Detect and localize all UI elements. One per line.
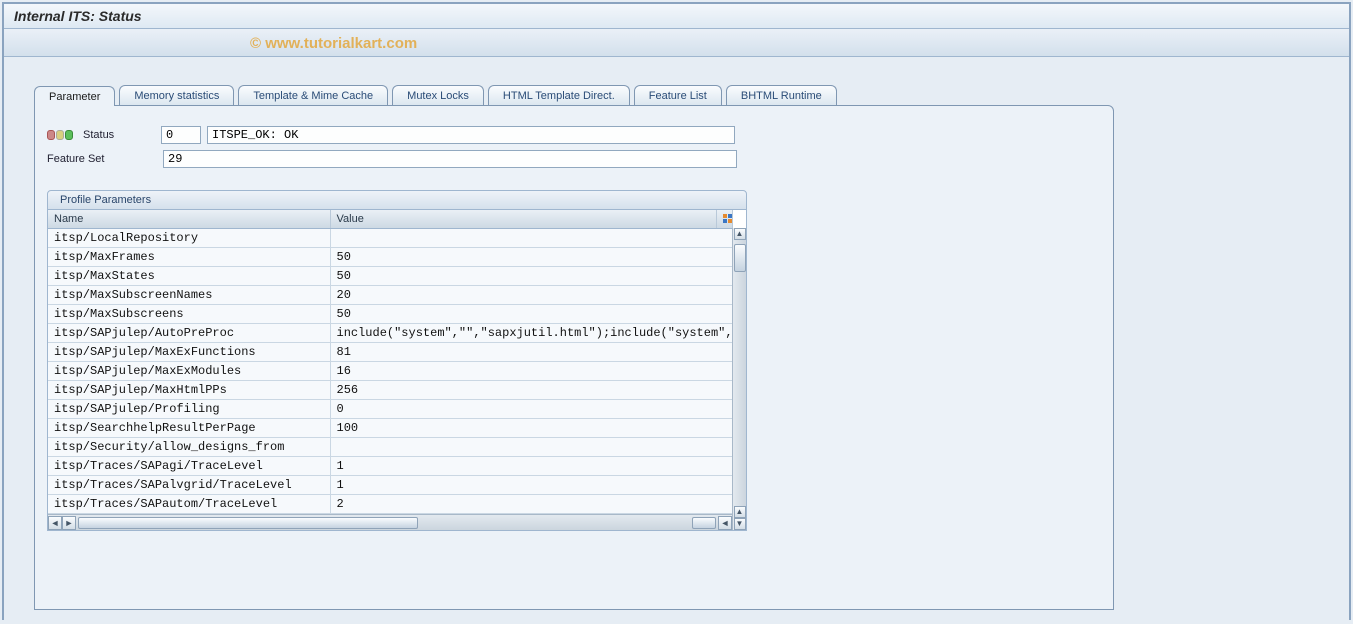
cell-value[interactable]: 2 (330, 495, 732, 514)
table-row[interactable]: itsp/Traces/SAPalvgrid/TraceLevel1 (48, 476, 732, 495)
cell-value[interactable]: 81 (330, 343, 732, 362)
cell-name[interactable]: itsp/SearchhelpResultPerPage (48, 419, 330, 438)
horizontal-scrollbar[interactable]: ◄ ► ◄ ► (48, 514, 746, 530)
table-row[interactable]: itsp/SAPjulep/MaxExFunctions81 (48, 343, 732, 362)
scroll-thumb-h2[interactable] (692, 517, 716, 529)
status-text-field[interactable] (207, 126, 735, 144)
table-row[interactable]: itsp/Traces/SAPautom/TraceLevel2 (48, 495, 732, 514)
profile-parameters-title: Profile Parameters (47, 190, 747, 210)
cell-name[interactable]: itsp/Traces/SAPalvgrid/TraceLevel (48, 476, 330, 495)
table-settings-icon[interactable] (716, 210, 732, 229)
cell-name[interactable]: itsp/MaxSubscreens (48, 305, 330, 324)
table-row[interactable]: itsp/SAPjulep/Profiling0 (48, 400, 732, 419)
tab-mutex-locks[interactable]: Mutex Locks (392, 85, 484, 105)
page-title: Internal ITS: Status (4, 4, 1349, 29)
cell-name[interactable]: itsp/SAPjulep/MaxHtmlPPs (48, 381, 330, 400)
cell-name[interactable]: itsp/LocalRepository (48, 229, 330, 248)
watermark-text: © www.tutorialkart.com (250, 35, 417, 52)
table-row[interactable]: itsp/SearchhelpResultPerPage100 (48, 419, 732, 438)
column-header-value[interactable]: Value (330, 210, 716, 229)
cell-name[interactable]: itsp/MaxStates (48, 267, 330, 286)
column-header-name[interactable]: Name (48, 210, 330, 229)
tab-html-template-direct[interactable]: HTML Template Direct. (488, 85, 630, 105)
status-label: Status (83, 129, 155, 141)
tab-panel-parameter: Status Feature Set Profile Parameters (34, 105, 1114, 610)
scroll-right-icon[interactable]: ► (62, 516, 76, 530)
scroll-down-icon[interactable]: ▼ (734, 518, 746, 530)
scroll-left-icon[interactable]: ◄ (48, 516, 62, 530)
status-code-field[interactable] (161, 126, 201, 144)
cell-name[interactable]: itsp/SAPjulep/MaxExModules (48, 362, 330, 381)
feature-set-field[interactable] (163, 150, 737, 168)
scroll-thumb[interactable] (734, 244, 746, 272)
scroll-up-icon[interactable]: ▲ (734, 228, 746, 240)
cell-name[interactable]: itsp/SAPjulep/MaxExFunctions (48, 343, 330, 362)
cell-value[interactable]: 50 (330, 305, 732, 324)
traffic-light-icon (47, 130, 73, 140)
profile-parameters-table: Name Value itsp/LocalRepositoryitsp/MaxF… (48, 210, 733, 514)
cell-name[interactable]: itsp/SAPjulep/AutoPreProc (48, 324, 330, 343)
cell-value[interactable]: 50 (330, 267, 732, 286)
cell-value[interactable]: 20 (330, 286, 732, 305)
cell-value[interactable]: 16 (330, 362, 732, 381)
cell-value[interactable]: 1 (330, 476, 732, 495)
cell-name[interactable]: itsp/Security/allow_designs_from (48, 438, 330, 457)
table-row[interactable]: itsp/SAPjulep/MaxExModules16 (48, 362, 732, 381)
scroll-up2-icon[interactable]: ▲ (734, 506, 746, 518)
table-row[interactable]: itsp/SAPjulep/MaxHtmlPPs256 (48, 381, 732, 400)
tab-feature-list[interactable]: Feature List (634, 85, 722, 105)
cell-value[interactable]: include("system","","sapxjutil.html");in… (330, 324, 732, 343)
toolbar: © www.tutorialkart.com (4, 29, 1349, 57)
profile-parameters-group: Profile Parameters Name Value (47, 190, 747, 531)
cell-value[interactable]: 50 (330, 248, 732, 267)
cell-name[interactable]: itsp/Traces/SAPautom/TraceLevel (48, 495, 330, 514)
feature-set-label: Feature Set (47, 153, 157, 165)
cell-value[interactable] (330, 229, 732, 248)
tab-parameter[interactable]: Parameter (34, 86, 115, 106)
cell-value[interactable]: 0 (330, 400, 732, 419)
cell-name[interactable]: itsp/MaxSubscreenNames (48, 286, 330, 305)
tab-bhtml-runtime[interactable]: BHTML Runtime (726, 85, 837, 105)
table-row[interactable]: itsp/MaxStates50 (48, 267, 732, 286)
table-row[interactable]: itsp/Security/allow_designs_from (48, 438, 732, 457)
tab-memory-statistics[interactable]: Memory statistics (119, 85, 234, 105)
tabstrip: Parameter Memory statistics Template & M… (22, 77, 1331, 105)
cell-name[interactable]: itsp/Traces/SAPagi/TraceLevel (48, 457, 330, 476)
table-row[interactable]: itsp/MaxFrames50 (48, 248, 732, 267)
scroll-thumb-h[interactable] (78, 517, 418, 529)
cell-name[interactable]: itsp/SAPjulep/Profiling (48, 400, 330, 419)
tab-template-mime-cache[interactable]: Template & Mime Cache (238, 85, 388, 105)
cell-value[interactable]: 100 (330, 419, 732, 438)
table-row[interactable]: itsp/MaxSubscreens50 (48, 305, 732, 324)
table-row[interactable]: itsp/Traces/SAPagi/TraceLevel1 (48, 457, 732, 476)
cell-name[interactable]: itsp/MaxFrames (48, 248, 330, 267)
cell-value[interactable] (330, 438, 732, 457)
table-row[interactable]: itsp/MaxSubscreenNames20 (48, 286, 732, 305)
table-row[interactable]: itsp/SAPjulep/AutoPreProcinclude("system… (48, 324, 732, 343)
vertical-scrollbar[interactable]: ▲ ▲ ▼ (732, 228, 746, 530)
cell-value[interactable]: 1 (330, 457, 732, 476)
scroll-left2-icon[interactable]: ◄ (718, 516, 732, 530)
table-row[interactable]: itsp/LocalRepository (48, 229, 732, 248)
cell-value[interactable]: 256 (330, 381, 732, 400)
